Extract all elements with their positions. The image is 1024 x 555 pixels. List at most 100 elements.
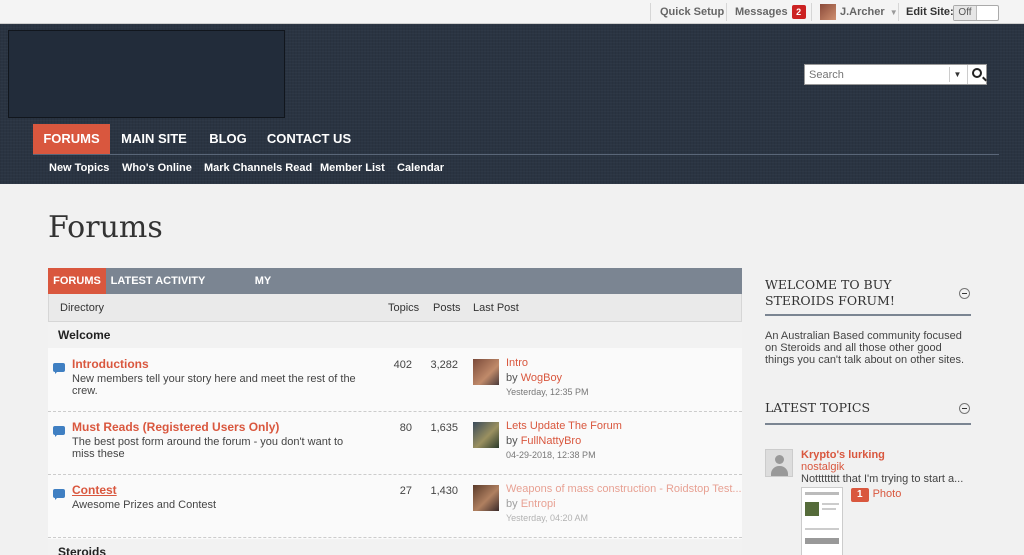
thumb-line bbox=[805, 492, 839, 495]
sidebar-welcome-text: An Australian Based community focused on… bbox=[765, 330, 964, 366]
search-button[interactable] bbox=[967, 65, 987, 84]
tab-forums[interactable]: FORUMS bbox=[48, 268, 106, 294]
forum-row: Must Reads (Registered Users Only) The b… bbox=[48, 412, 742, 475]
tab-latest-activity[interactable]: LATEST ACTIVITY bbox=[110, 268, 206, 294]
forum-title-link[interactable]: Contest bbox=[72, 483, 117, 497]
column-posts[interactable]: Posts bbox=[433, 302, 461, 314]
forum-bubble-icon bbox=[53, 426, 65, 437]
divider bbox=[726, 3, 727, 21]
last-post-user-link[interactable]: Entropi bbox=[521, 498, 556, 510]
forum-post-count: 3,282 bbox=[430, 359, 458, 371]
thumb-image bbox=[805, 502, 819, 516]
by-label: by bbox=[506, 498, 518, 510]
column-directory: Directory bbox=[60, 302, 105, 314]
forum-topic-count: 27 bbox=[399, 485, 412, 497]
search-options-dropdown[interactable]: ▼ bbox=[949, 67, 965, 82]
forum-description: The best post form around the forum - yo… bbox=[72, 436, 344, 460]
edit-site-state: Off bbox=[954, 6, 977, 20]
search-icon bbox=[972, 68, 982, 78]
avatar[interactable] bbox=[765, 449, 793, 477]
thumb-bar bbox=[805, 538, 839, 544]
last-post-user-link[interactable]: WogBoy bbox=[521, 372, 562, 384]
subnav-calendar[interactable]: Calendar bbox=[397, 160, 444, 176]
divider bbox=[650, 3, 651, 21]
sidebar-divider bbox=[765, 314, 971, 316]
last-post-date: 04-29-2018, 12:38 PM bbox=[506, 450, 596, 460]
forum-column-header: Directory Topics Posts Last Post bbox=[48, 294, 742, 322]
nav-tab-forums[interactable]: FORUMS bbox=[33, 124, 110, 154]
thumb-line bbox=[822, 508, 836, 510]
forum-row: Introductions New members tell your stor… bbox=[48, 349, 742, 412]
forum-bubble-icon bbox=[53, 363, 65, 374]
nav-tab-blog[interactable]: BLOG bbox=[204, 124, 252, 154]
forum-post-count: 1,635 bbox=[430, 422, 458, 434]
latest-topic-photo-thumbnail[interactable] bbox=[801, 487, 843, 555]
column-topics[interactable]: Topics bbox=[388, 302, 419, 314]
last-post-date: Yesterday, 04:20 AM bbox=[506, 513, 589, 523]
sidebar-welcome-title: WELCOME TO BUY STEROIDS FORUM! bbox=[765, 277, 895, 308]
admin-bar: Quick Setup Messages 2 J.Archer ▼ Edit Si… bbox=[0, 0, 1024, 24]
collapse-icon[interactable] bbox=[959, 403, 970, 414]
subnav-member-list[interactable]: Member List bbox=[320, 160, 385, 176]
search-input[interactable] bbox=[805, 65, 950, 84]
tab-my-subscriptions[interactable]: MY SUBSCRIPTIONS bbox=[210, 268, 316, 313]
last-post-by: by Entropi bbox=[506, 498, 556, 510]
user-menu[interactable]: J.Archer ▼ bbox=[820, 0, 898, 24]
forum-bubble-icon bbox=[53, 489, 65, 500]
subnav-new-topics[interactable]: New Topics bbox=[49, 160, 109, 176]
forum-topic-count: 402 bbox=[393, 359, 412, 371]
forum-title-link[interactable]: Must Reads (Registered Users Only) bbox=[72, 420, 279, 434]
user-avatar bbox=[820, 4, 836, 21]
edit-site-toggle[interactable]: Off bbox=[953, 5, 999, 21]
forum-post-count: 1,430 bbox=[430, 485, 458, 497]
divider bbox=[811, 3, 812, 21]
search-box: ▼ bbox=[804, 64, 987, 85]
forum-tabbar: FORUMS LATEST ACTIVITY MY SUBSCRIPTIONS bbox=[48, 268, 742, 313]
thumb-line bbox=[805, 528, 839, 530]
section-welcome[interactable]: Welcome bbox=[48, 322, 742, 348]
last-post-title-link[interactable]: Lets Update The Forum bbox=[506, 420, 622, 432]
last-post-thumbnail[interactable] bbox=[473, 359, 499, 385]
edit-site-label: Edit Site: bbox=[906, 6, 954, 18]
forum-description: Awesome Prizes and Contest bbox=[72, 499, 217, 511]
collapse-icon[interactable] bbox=[959, 288, 970, 299]
column-last-post[interactable]: Last Post bbox=[473, 302, 519, 314]
nav-divider bbox=[33, 154, 999, 155]
latest-topic-snippet: Notttttttt that I'm trying to start a... bbox=[801, 473, 964, 485]
subnav-whos-online[interactable]: Who's Online bbox=[122, 160, 192, 176]
messages-count-badge: 2 bbox=[791, 5, 806, 20]
forum-row: Contest Awesome Prizes and Contest 27 1,… bbox=[48, 475, 742, 538]
nav-tab-main-site[interactable]: MAIN SITE bbox=[114, 124, 194, 154]
messages-label: Messages bbox=[735, 6, 788, 18]
user-name: J.Archer bbox=[840, 6, 885, 18]
last-post-title-link[interactable]: Intro bbox=[506, 357, 528, 369]
sidebar-latest-title: LATEST TOPICS bbox=[765, 400, 871, 415]
photo-count-badge: 1 bbox=[851, 488, 869, 502]
last-post-title-link[interactable]: Weapons of mass construction - Roidstop … bbox=[506, 483, 742, 495]
subnav-mark-channels-read[interactable]: Mark Channels Read bbox=[204, 160, 312, 176]
last-post-user-link[interactable]: FullNattyBro bbox=[521, 435, 582, 447]
quick-setup-link[interactable]: Quick Setup bbox=[660, 0, 724, 24]
last-post-thumbnail[interactable] bbox=[473, 422, 499, 448]
divider bbox=[898, 3, 899, 21]
thumb-line bbox=[822, 503, 839, 505]
section-steroids[interactable]: Steroids bbox=[48, 539, 742, 555]
forum-topic-count: 80 bbox=[399, 422, 412, 434]
site-logo[interactable] bbox=[8, 30, 285, 118]
last-post-date: Yesterday, 12:35 PM bbox=[506, 387, 589, 397]
by-label: by bbox=[506, 435, 518, 447]
sidebar-divider bbox=[765, 423, 971, 425]
nav-tab-contact-us[interactable]: CONTACT US bbox=[262, 124, 356, 154]
last-post-by: by WogBoy bbox=[506, 372, 562, 384]
last-post-thumbnail[interactable] bbox=[473, 485, 499, 511]
forum-title-link[interactable]: Introductions bbox=[72, 357, 149, 371]
latest-topic-title-link[interactable]: Krypto's lurking bbox=[801, 449, 885, 461]
site-header: ▼ FORUMS MAIN SITE BLOG CONTACT US New T… bbox=[0, 24, 1024, 184]
messages-link[interactable]: Messages 2 bbox=[735, 0, 806, 24]
photo-attachment-link[interactable]: 1 Photo bbox=[851, 488, 901, 502]
forum-description: New members tell your story here and mee… bbox=[72, 373, 356, 397]
latest-topic-user-link[interactable]: nostalgik bbox=[801, 461, 844, 473]
last-post-by: by FullNattyBro bbox=[506, 435, 581, 447]
forum-list: Welcome Introductions New members tell y… bbox=[48, 322, 742, 555]
page-title: Forums bbox=[48, 210, 163, 245]
